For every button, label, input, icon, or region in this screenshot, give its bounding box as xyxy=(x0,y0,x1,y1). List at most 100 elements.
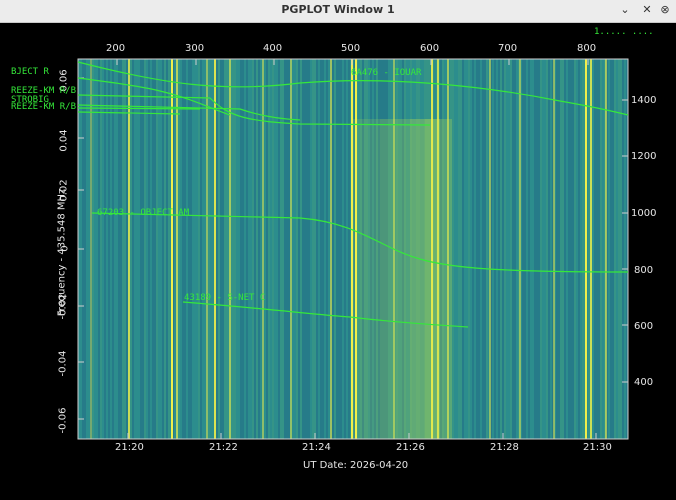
signal-line xyxy=(590,59,592,439)
noise-column xyxy=(244,59,246,439)
noise-column xyxy=(326,59,328,439)
noise-column xyxy=(292,59,294,439)
noise-column xyxy=(84,59,86,439)
noise-column xyxy=(210,59,212,439)
noise-column xyxy=(598,59,600,439)
noise-column xyxy=(522,59,524,439)
noise-column xyxy=(618,59,620,439)
noise-column xyxy=(472,59,474,439)
noise-column xyxy=(512,59,514,439)
noise-column xyxy=(538,59,540,439)
noise-column xyxy=(232,59,234,439)
noise-column xyxy=(550,59,552,439)
noise-column xyxy=(594,59,596,439)
right-tick-label: 800 xyxy=(634,265,654,276)
noise-column xyxy=(142,59,144,439)
noise-column xyxy=(486,59,488,439)
close-icon[interactable]: ✕ xyxy=(640,3,654,17)
y-axis-label: Frequency - 435.548 MHz xyxy=(56,188,68,317)
noise-column xyxy=(120,59,122,439)
satellite-label: 67203 - OBJECT AM xyxy=(97,208,190,218)
noise-column xyxy=(288,59,290,439)
noise-column xyxy=(564,59,566,439)
signal-line xyxy=(90,59,92,439)
noise-column xyxy=(100,59,102,439)
noise-column xyxy=(180,59,182,439)
noise-column xyxy=(572,59,574,439)
noise-column xyxy=(470,59,472,439)
noise-column xyxy=(204,59,206,439)
noise-column xyxy=(198,59,200,439)
x-axis-label: UT Date: 2026-04-20 xyxy=(303,460,409,471)
noise-column xyxy=(568,59,570,439)
noise-column xyxy=(224,59,226,439)
noise-column xyxy=(190,59,192,439)
noise-column xyxy=(298,59,300,439)
noise-column xyxy=(558,59,560,439)
noise-column xyxy=(106,59,108,439)
noise-column xyxy=(118,59,120,439)
noise-column xyxy=(126,59,128,439)
noise-column xyxy=(456,59,458,439)
signal-line xyxy=(447,59,449,439)
noise-column xyxy=(150,59,152,439)
signal-line xyxy=(290,59,292,439)
noise-column xyxy=(596,59,598,439)
noise-column xyxy=(320,59,322,439)
noise-column xyxy=(216,59,218,439)
noise-column xyxy=(506,59,508,439)
satellite-label: REEZE-KM R/B xyxy=(11,102,77,112)
noise-column xyxy=(296,59,298,439)
noise-column xyxy=(582,59,584,439)
noise-column xyxy=(504,59,506,439)
noise-column xyxy=(148,59,150,439)
noise-column xyxy=(92,59,94,439)
noise-column xyxy=(528,59,530,439)
noise-column xyxy=(492,59,494,439)
noise-column xyxy=(500,59,502,439)
noise-column xyxy=(246,59,248,439)
title-bar: PGPLOT Window 1 ⌄ ✕ ⊗ xyxy=(0,0,676,23)
noise-column xyxy=(152,59,154,439)
bottom-tick-label: 21:24 xyxy=(302,442,331,453)
noise-column xyxy=(196,59,198,439)
noise-column xyxy=(544,59,546,439)
bottom-tick-label: 21:22 xyxy=(209,442,238,453)
minimize-icon[interactable]: ⌄ xyxy=(618,3,632,17)
noise-column xyxy=(592,59,594,439)
noise-column xyxy=(332,59,334,439)
noise-column xyxy=(556,59,558,439)
noise-column xyxy=(202,59,204,439)
noise-column xyxy=(480,59,482,439)
noise-column xyxy=(336,59,338,439)
corner-label: 1..... .... xyxy=(594,27,654,37)
plot-area: 1..... .... 200 300 400 500 600 700 800 … xyxy=(0,23,676,500)
noise-column xyxy=(612,59,614,439)
noise-column xyxy=(616,59,618,439)
right-tick-label: 1000 xyxy=(631,208,657,219)
noise-column xyxy=(218,59,220,439)
interference-band xyxy=(410,119,425,439)
noise-column xyxy=(534,59,536,439)
right-tick-label: 400 xyxy=(634,377,654,388)
noise-column xyxy=(304,59,306,439)
signal-line xyxy=(519,59,521,439)
noise-column xyxy=(308,59,310,439)
noise-column xyxy=(134,59,136,439)
satellite-label: BJECT R xyxy=(11,67,49,77)
noise-column xyxy=(108,59,110,439)
signal-line xyxy=(351,59,353,439)
noise-column xyxy=(158,59,160,439)
noise-column xyxy=(516,59,518,439)
signal-line xyxy=(229,59,231,439)
noise-column xyxy=(588,59,590,439)
noise-column xyxy=(620,59,622,439)
noise-column xyxy=(484,59,486,439)
noise-column xyxy=(324,59,326,439)
noise-column xyxy=(184,59,186,439)
noise-column xyxy=(526,59,528,439)
noise-column xyxy=(270,59,272,439)
noise-column xyxy=(514,59,516,439)
noise-column xyxy=(508,59,510,439)
signal-line xyxy=(206,59,208,439)
